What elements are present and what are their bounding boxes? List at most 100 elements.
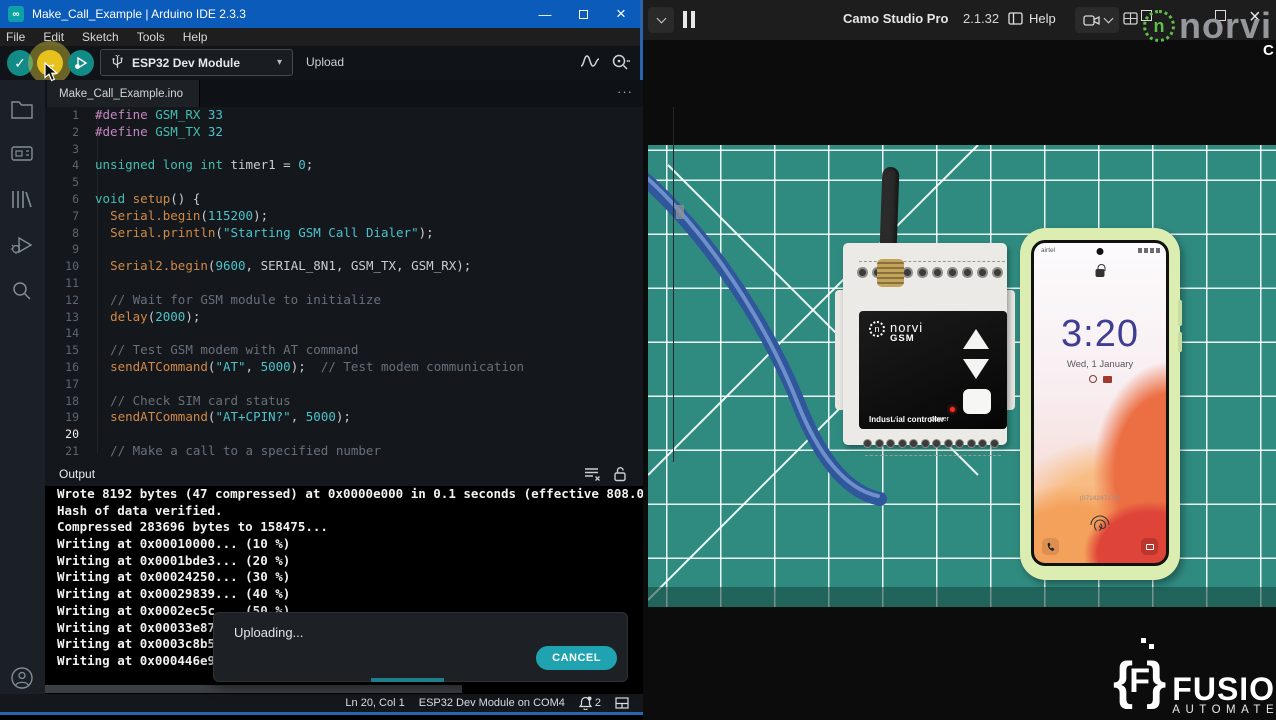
- menu-edit[interactable]: Edit: [43, 30, 64, 44]
- code-line: 7 Serial.begin(115200);: [72, 207, 269, 223]
- code-line: 21 // Make a call to a specified number: [65, 442, 381, 458]
- serial-monitor-button[interactable]: [610, 53, 630, 71]
- library-manager-button[interactable]: [10, 188, 34, 210]
- board-icon: [11, 146, 33, 161]
- board-port-status[interactable]: ESP32 Dev Module on COM4: [419, 697, 565, 709]
- debug-panel-button[interactable]: [10, 234, 34, 256]
- code-line: 11: [65, 275, 79, 290]
- fingerprint-icon: [1087, 511, 1113, 537]
- uploading-notification: Uploading... CANCEL: [213, 612, 628, 682]
- gsm-antenna: [879, 166, 900, 252]
- norvi-gear-icon: n: [1143, 10, 1175, 42]
- fusion-subtitle: AUTOMATE: [1172, 704, 1276, 716]
- lockscreen-shortcut-icons: [1034, 375, 1166, 383]
- fusion-monogram: {F}: [1113, 638, 1166, 716]
- notifications-button[interactable]: 2: [578, 696, 601, 710]
- code-line: 16 sendATCommand("AT", 5000); // Test mo…: [65, 358, 525, 374]
- camo-studio-window: Camo Studio Pro 2.1.32 Help × n norvi n …: [643, 0, 1276, 720]
- boards-manager-button[interactable]: [10, 142, 34, 164]
- sketchbook-button[interactable]: [10, 98, 34, 120]
- menu-help[interactable]: Help: [183, 30, 208, 44]
- activity-bar: [0, 80, 45, 712]
- pause-button[interactable]: [683, 11, 695, 28]
- layout-grid-button[interactable]: [1123, 12, 1138, 25]
- horizontal-scrollbar[interactable]: [45, 684, 643, 694]
- window-title: Make_Call_Example | Arduino IDE 2.3.3: [32, 7, 246, 21]
- cancel-button[interactable]: CANCEL: [536, 646, 617, 670]
- code-line: 19 sendATCommand("AT+CPIN?", 5000);: [65, 409, 351, 425]
- tab-make-call-example[interactable]: Make_Call_Example.ino: [47, 80, 201, 107]
- output-line: Wrote 8192 bytes (47 compressed) at 0x00…: [57, 486, 643, 501]
- editor-scrollbar-thumb[interactable]: [676, 205, 684, 219]
- tab-bar: Make_Call_Example.ino ···: [45, 80, 643, 107]
- menu-sketch[interactable]: Sketch: [82, 30, 119, 44]
- screen: ∞ Make_Call_Example | Arduino IDE 2.3.3 …: [0, 0, 1276, 720]
- code-line: 4 unsigned long int timer1 = 0;: [72, 157, 314, 173]
- menu-tools[interactable]: Tools: [137, 30, 165, 44]
- sidebar-icon: [1008, 12, 1023, 25]
- cursor-position[interactable]: Ln 20, Col 1: [345, 697, 404, 709]
- arduino-titlebar[interactable]: ∞ Make_Call_Example | Arduino IDE 2.3.3 …: [0, 0, 640, 28]
- mouse-cursor: [44, 62, 59, 82]
- toggle-panel-button[interactable]: [615, 697, 629, 709]
- code-line: 6 void setup() {: [72, 190, 201, 206]
- phone-call-shortcut: [1042, 538, 1059, 555]
- serial-plotter-button[interactable]: [580, 53, 600, 71]
- camera-select-button[interactable]: [1075, 7, 1119, 33]
- code-line: 13 delay(2000);: [65, 308, 201, 324]
- output-title: Output: [59, 467, 96, 481]
- arduino-ide-window: ∞ Make_Call_Example | Arduino IDE 2.3.3 …: [0, 0, 684, 715]
- unlock-icon: [614, 467, 626, 482]
- tab-overflow-button[interactable]: ···: [617, 84, 633, 99]
- search-icon: [13, 282, 31, 300]
- close-button[interactable]: ×: [602, 0, 640, 28]
- camera-punch-hole: [1096, 248, 1104, 255]
- debug-panel-icon: [10, 236, 33, 254]
- toolbar: ✓ → ESP32 Dev Module ▾ Upload: [0, 46, 640, 80]
- code-line: 3: [72, 141, 79, 156]
- minimize-button[interactable]: —: [526, 0, 564, 28]
- notification-count: 2: [594, 697, 601, 709]
- upload-progress-bar: [371, 678, 444, 682]
- code-line: 9: [72, 242, 79, 257]
- camera-shortcut: [1141, 538, 1158, 555]
- norvi-gsm-device: n norvi GSM power Industrial controller: [835, 166, 1015, 525]
- usb-icon: [112, 55, 123, 68]
- norvi-watermark-text: norvi: [1179, 5, 1273, 46]
- horizontal-scrollbar-thumb[interactable]: [45, 685, 462, 693]
- phone-lockscreen: airtel 3:20 Wed, 1 January (0714247175): [1031, 240, 1169, 566]
- verify-button[interactable]: ✓: [7, 50, 33, 76]
- code-editor[interactable]: 1 #define GSM_RX 33 2 #define GSM_TX 32 3 4 un…: [45, 107, 643, 462]
- code-line: 10 Serial2.begin(9600, SERIAL_8N1, GSM_T…: [65, 258, 472, 274]
- menu-file[interactable]: File: [6, 30, 25, 44]
- autoscroll-lock-button[interactable]: [613, 466, 627, 482]
- output-line: Hash of data verified.: [57, 502, 223, 518]
- code-lines: 1 #define GSM_RX 33 2 #define GSM_TX 32 3 4 un…: [45, 107, 643, 460]
- help-button[interactable]: Help: [1008, 11, 1056, 26]
- camo-dropdown-button[interactable]: [648, 7, 674, 33]
- debug-icon: [75, 56, 88, 70]
- library-icon: [12, 191, 32, 208]
- tab-label: Make_Call_Example.ino: [59, 87, 184, 100]
- code-line: 5: [72, 175, 79, 190]
- search-button[interactable]: [10, 280, 34, 302]
- phone-status-bar: airtel: [1034, 246, 1166, 256]
- camo-version: 2.1.32: [963, 11, 1000, 26]
- norvi-gear-icon: n: [869, 321, 885, 337]
- debug-button[interactable]: [68, 50, 94, 76]
- account-button[interactable]: [10, 666, 34, 690]
- clear-output-button[interactable]: [584, 466, 601, 482]
- chevron-down-icon: [656, 13, 666, 24]
- reset-hole: [892, 417, 895, 420]
- volume-button: [1178, 300, 1182, 326]
- maximize-button[interactable]: [564, 0, 602, 28]
- alarm-icon: [1088, 375, 1097, 383]
- antenna-sma-connector: [877, 259, 904, 287]
- output-panel-header: Output: [45, 462, 643, 486]
- clear-output-icon: [585, 468, 600, 481]
- check-icon: ✓: [14, 54, 26, 71]
- carrier-label: airtel: [1041, 247, 1056, 254]
- camera-icon: [1082, 14, 1100, 26]
- board-selector[interactable]: ESP32 Dev Module ▾: [100, 49, 293, 76]
- device-model: GSM: [890, 333, 915, 344]
